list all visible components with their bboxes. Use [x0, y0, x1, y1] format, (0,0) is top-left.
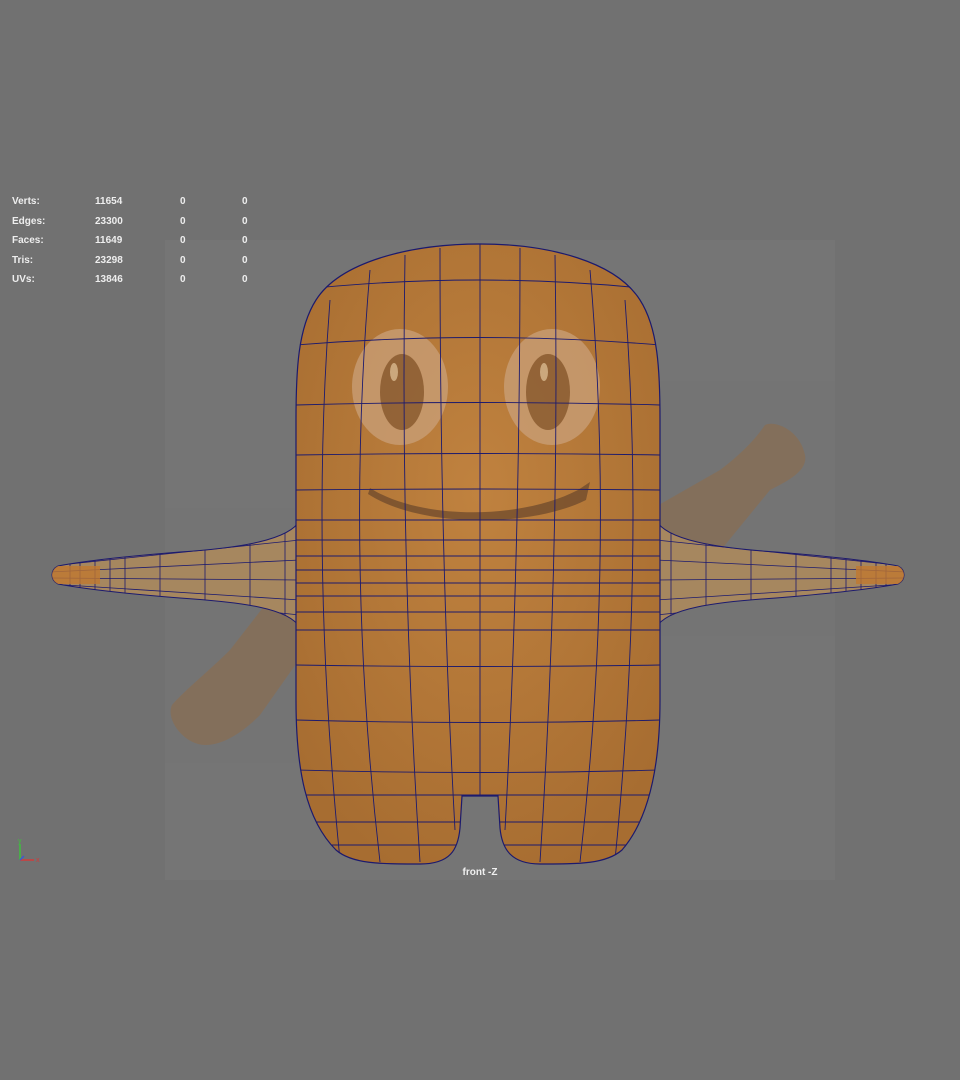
hud-total: 11649 [95, 235, 123, 246]
hud-label: Faces: [12, 235, 44, 246]
hud-component: 0 [242, 196, 248, 207]
hud-selected: 0 [180, 215, 186, 227]
hud-component: 0 [242, 235, 248, 246]
hud-row-uvs: UVs: 13846 0 0 [12, 272, 272, 292]
hud-component: 0 [242, 254, 248, 266]
hud-selected: 0 [180, 274, 186, 285]
axis-x-label: x [36, 857, 40, 864]
scene-canvas[interactable] [0, 0, 960, 1080]
viewport-front[interactable]: Verts: 11654 0 0 Edges: 23300 0 0 Faces:… [0, 0, 960, 1080]
hud-label: Edges: [12, 215, 46, 227]
hud-row-edges: Edges: 23300 0 0 [12, 214, 272, 234]
camera-label: front -Z [462, 867, 498, 878]
mesh-body[interactable] [295, 243, 661, 865]
hud-total: 13846 [95, 274, 123, 285]
hud-selected: 0 [180, 235, 186, 246]
hud-component: 0 [242, 274, 248, 285]
poly-count-hud: Verts: 11654 0 0 Edges: 23300 0 0 Faces:… [12, 194, 272, 292]
hud-label: Verts: [12, 196, 40, 207]
axis-gizmo-icon: y x [18, 838, 40, 864]
hud-selected: 0 [180, 254, 186, 266]
hud-total: 11654 [95, 196, 123, 207]
hud-label: Tris: [12, 254, 34, 266]
hud-total: 23298 [95, 254, 123, 266]
hud-total: 23300 [95, 215, 123, 227]
hud-row-verts: Verts: 11654 0 0 [12, 194, 272, 214]
hud-component: 0 [242, 215, 248, 227]
hud-row-tris: Tris: 23298 0 0 [12, 253, 272, 273]
hud-selected: 0 [180, 196, 186, 207]
axis-y-label: y [18, 838, 22, 845]
hud-label: UVs: [12, 274, 35, 285]
hud-row-faces: Faces: 11649 0 0 [12, 233, 272, 253]
